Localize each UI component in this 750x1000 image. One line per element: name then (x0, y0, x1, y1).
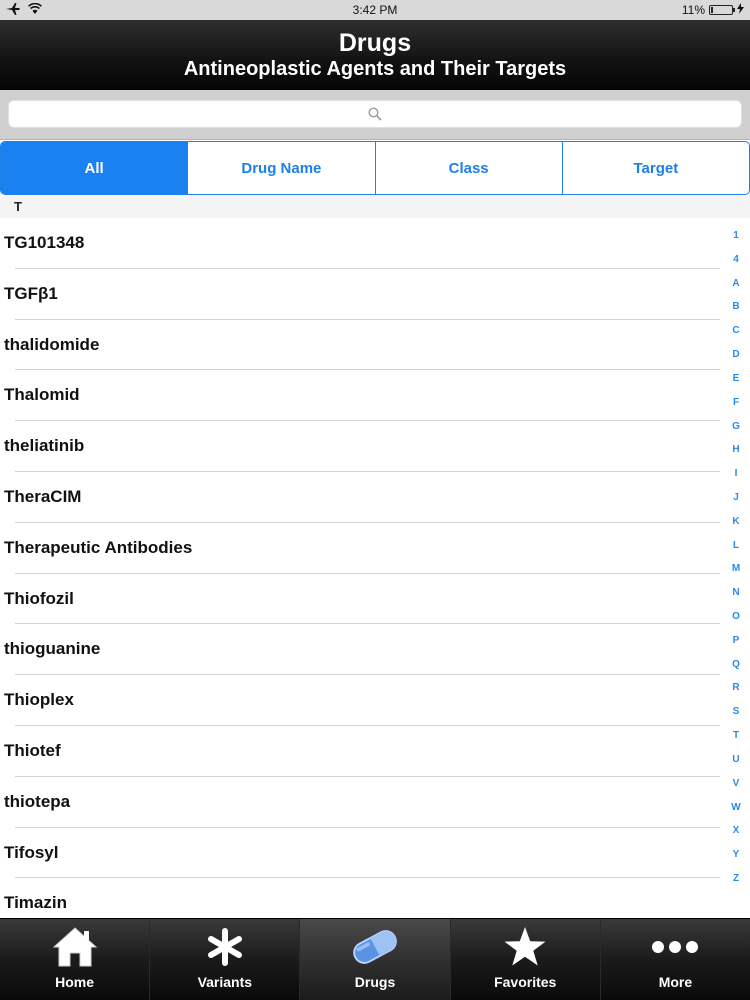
segment-drug-name[interactable]: Drug Name (188, 142, 376, 194)
pill-icon (349, 924, 401, 970)
segment-target[interactable]: Target (563, 142, 749, 194)
index-letter[interactable]: 1 (733, 230, 739, 242)
index-letter[interactable]: J (733, 492, 739, 504)
index-letter[interactable]: M (732, 563, 740, 575)
tab-home-label: Home (55, 974, 95, 990)
index-letter[interactable]: H (732, 444, 739, 456)
section-index[interactable]: 1 4 A B C D E F G H I J K L M N O P Q R … (728, 230, 744, 885)
list-item[interactable]: TGFβ1 (0, 269, 720, 320)
index-letter[interactable]: A (732, 278, 739, 290)
index-letter[interactable]: I (735, 468, 738, 480)
index-letter[interactable]: W (731, 802, 740, 814)
status-bar: 3:42 PM 11% (0, 0, 750, 20)
list-item[interactable]: TG101348 (0, 218, 720, 269)
index-letter[interactable]: R (732, 682, 739, 694)
index-letter[interactable]: U (732, 754, 739, 766)
status-right: 11% (624, 3, 744, 17)
tab-more[interactable]: More (601, 919, 750, 1000)
status-time: 3:42 PM (352, 3, 398, 17)
tab-variants[interactable]: Variants (150, 919, 301, 1000)
search-bar (0, 90, 750, 140)
index-letter[interactable]: S (733, 706, 740, 718)
index-letter[interactable]: Z (733, 873, 739, 885)
list-item[interactable]: Timazin (0, 878, 720, 918)
list-item[interactable]: TheraCIM (0, 472, 720, 523)
star-icon (499, 924, 551, 970)
charging-icon (737, 3, 744, 17)
index-letter[interactable]: X (733, 825, 740, 837)
index-letter[interactable]: 4 (733, 254, 739, 266)
status-left (6, 2, 126, 18)
index-letter[interactable]: B (732, 301, 739, 313)
tab-drugs-label: Drugs (354, 974, 396, 990)
tab-variants-label: Variants (197, 974, 253, 990)
airplane-icon (6, 2, 20, 18)
list-item[interactable]: Thalomid (0, 370, 720, 421)
list-item[interactable]: Thiofozil (0, 574, 720, 625)
filter-segmented-control: All Drug Name Class Target (0, 141, 750, 195)
tab-bar: Home Variants Drugs Favorites More (0, 918, 750, 1000)
index-letter[interactable]: E (733, 373, 740, 385)
index-letter[interactable]: Y (733, 849, 740, 861)
segment-all[interactable]: All (1, 142, 189, 194)
list-item[interactable]: thiotepa (0, 777, 720, 828)
asterisk-icon (199, 924, 251, 970)
list-item[interactable]: thalidomide (0, 320, 720, 371)
section-header: T (0, 196, 750, 218)
segment-class[interactable]: Class (376, 142, 563, 194)
index-letter[interactable]: F (733, 397, 739, 409)
nav-header: Drugs Antineoplastic Agents and Their Ta… (0, 20, 750, 90)
index-letter[interactable]: N (732, 587, 739, 599)
list-item[interactable]: Tifosyl (0, 828, 720, 879)
search-field[interactable] (8, 100, 742, 128)
page-title: Drugs (338, 29, 412, 57)
index-letter[interactable]: G (732, 421, 740, 433)
search-icon (368, 107, 382, 121)
index-letter[interactable]: L (733, 540, 739, 552)
home-icon (49, 924, 101, 970)
list-item[interactable]: Thiotef (0, 726, 720, 777)
wifi-icon (28, 2, 42, 17)
battery-icon (709, 5, 735, 15)
index-letter[interactable]: P (733, 635, 740, 647)
ellipsis-icon (649, 924, 701, 970)
index-letter[interactable]: D (732, 349, 739, 361)
index-letter[interactable]: Q (732, 659, 740, 671)
tab-more-label: More (658, 974, 693, 990)
tab-home[interactable]: Home (0, 919, 151, 1000)
list-item[interactable]: Thioplex (0, 675, 720, 726)
index-letter[interactable]: C (732, 325, 739, 337)
index-letter[interactable]: O (732, 611, 740, 623)
list-item[interactable]: theliatinib (0, 421, 720, 472)
battery-percent: 11% (681, 3, 705, 17)
tab-favorites-label: Favorites (494, 974, 557, 990)
page-subtitle: Antineoplastic Agents and Their Targets (183, 58, 567, 80)
drug-list: TG101348 TGFβ1 thalidomide Thalomid thel… (0, 218, 720, 918)
index-letter[interactable]: K (732, 516, 739, 528)
index-letter[interactable]: T (733, 730, 739, 742)
tab-drugs[interactable]: Drugs (300, 919, 451, 1000)
battery-fill (711, 7, 713, 13)
tab-favorites[interactable]: Favorites (451, 919, 601, 1000)
list-item[interactable]: Therapeutic Antibodies (0, 523, 720, 574)
list-item[interactable]: thioguanine (0, 624, 720, 675)
index-letter[interactable]: V (733, 778, 740, 790)
